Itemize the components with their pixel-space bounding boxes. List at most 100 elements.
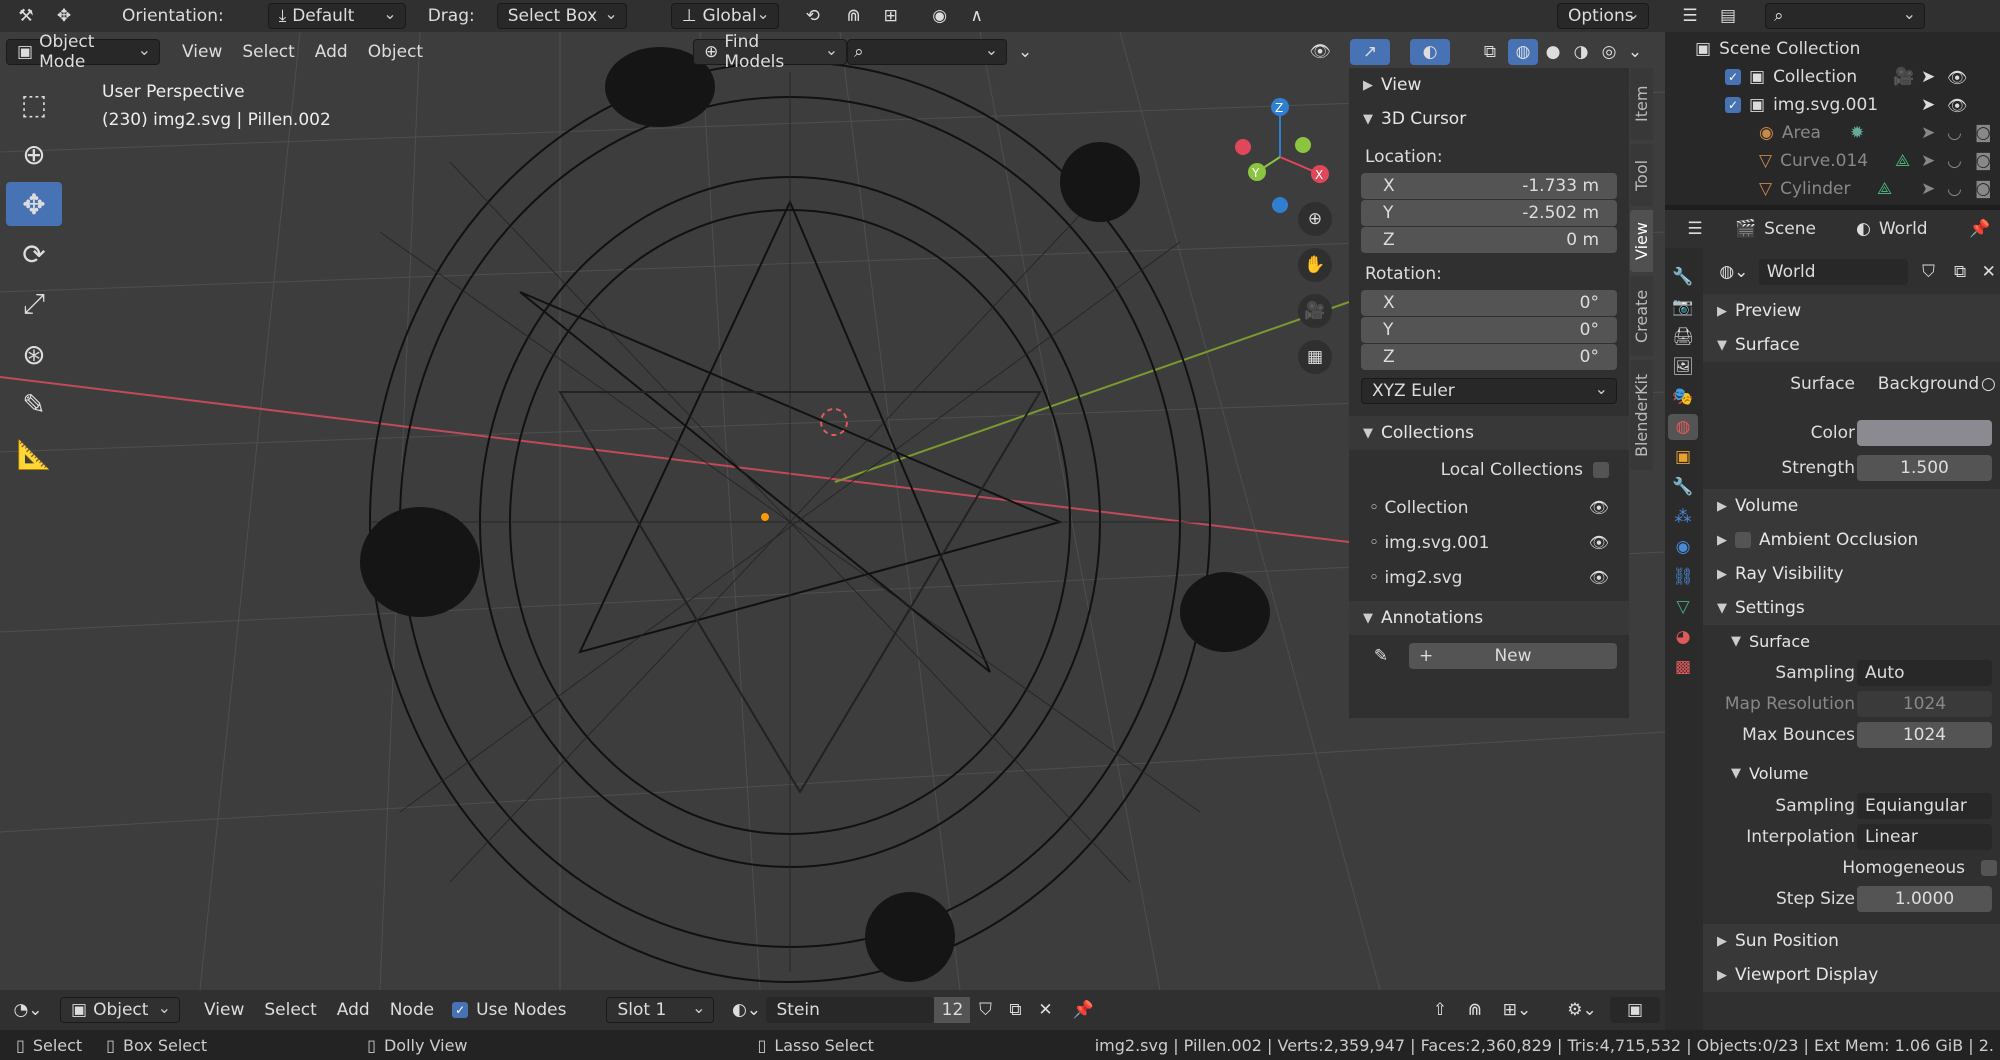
- search-options-icon[interactable]: ⌄: [1010, 39, 1040, 65]
- scale-tool-icon[interactable]: ⤢: [6, 282, 62, 326]
- constraints-props-icon[interactable]: ⛓: [1668, 564, 1698, 590]
- tab-tool[interactable]: Tool: [1630, 144, 1653, 206]
- transform-tool-icon[interactable]: ⊛: [6, 332, 62, 376]
- tool-props-icon[interactable]: 🔧: [1668, 264, 1698, 290]
- user-count[interactable]: 12: [934, 997, 971, 1023]
- render-icon[interactable]: ◙: [1975, 179, 1992, 199]
- viewport-display-panel[interactable]: ▶ Viewport Display: [1703, 958, 2000, 992]
- annotation-type-icon[interactable]: ✎: [1361, 643, 1401, 669]
- homogeneous-checkbox[interactable]: [1981, 859, 1997, 876]
- select-icon[interactable]: ➤: [1921, 67, 1935, 87]
- material-shading-icon[interactable]: ◑: [1566, 39, 1596, 65]
- color-swatch[interactable]: [1857, 419, 1992, 446]
- rotation-mode-dropdown[interactable]: XYZ Euler: [1361, 378, 1617, 404]
- mode-dropdown[interactable]: ▣ Object Mode: [6, 32, 160, 72]
- outliner-item-collection[interactable]: ✓ ▣ Collection 🎥 ➤ 👁: [1665, 63, 2000, 91]
- rotate-tool-icon[interactable]: ⟳: [6, 232, 62, 276]
- select-icon[interactable]: ➤: [1921, 123, 1935, 143]
- ambient-occlusion-panel[interactable]: ▶ Ambient Occlusion: [1703, 523, 2000, 557]
- menu-select[interactable]: Select: [232, 42, 304, 62]
- use-nodes-checkbox[interactable]: ✓: [452, 1002, 469, 1018]
- overlay-toggle-icon[interactable]: ◐: [1410, 39, 1450, 65]
- collection-row[interactable]: ◦ img2.svg 👁: [1349, 560, 1629, 595]
- eye-closed-icon[interactable]: ◡: [1947, 151, 1962, 171]
- outliner-search-input[interactable]: ⌕: [1765, 3, 1925, 29]
- sampling-dropdown[interactable]: Auto: [1857, 659, 1992, 686]
- modifier-props-icon[interactable]: 🔧: [1668, 474, 1698, 500]
- physics-props-icon[interactable]: ◉: [1668, 534, 1698, 560]
- new-annotation-button[interactable]: + New: [1409, 643, 1617, 669]
- eye-closed-icon[interactable]: ◡: [1947, 123, 1962, 143]
- fake-user-icon[interactable]: ⛉: [970, 997, 1000, 1023]
- preview-panel[interactable]: ▶ Preview: [1703, 294, 2000, 328]
- strength-field[interactable]: 1.500: [1857, 454, 1992, 481]
- fake-user-icon[interactable]: ⛉: [1914, 259, 1942, 285]
- world-browse-icon[interactable]: ◍⌄: [1715, 259, 1753, 285]
- cursor-location-x[interactable]: X -1.733 m: [1361, 173, 1617, 199]
- drag-dropdown[interactable]: Select Box: [496, 3, 627, 29]
- duplicate-icon[interactable]: ⧉: [1000, 997, 1030, 1023]
- pan-hand-icon[interactable]: ✋: [1298, 248, 1332, 282]
- exclude-checkbox[interactable]: ✓: [1725, 97, 1741, 113]
- settings-panel[interactable]: ▼ Settings: [1703, 591, 2000, 625]
- cursor-section-header[interactable]: ▼ 3D Cursor: [1349, 102, 1629, 136]
- unlink-icon[interactable]: ✕: [1977, 259, 2000, 285]
- display-mode-icon[interactable]: ▤: [1713, 3, 1743, 29]
- snap-mode-icon[interactable]: ⊞⌄: [1495, 997, 1539, 1023]
- render-props-icon[interactable]: 📷: [1668, 294, 1698, 320]
- material-browse-icon[interactable]: ◐⌄: [726, 997, 766, 1023]
- menu-add[interactable]: Add: [305, 42, 358, 62]
- annotate-tool-icon[interactable]: ✎: [6, 382, 62, 426]
- ray-visibility-panel[interactable]: ▶ Ray Visibility: [1703, 557, 2000, 591]
- annotations-section-header[interactable]: ▼ Annotations: [1349, 601, 1629, 635]
- menu-object[interactable]: Object: [358, 42, 433, 62]
- tab-item[interactable]: Item: [1630, 68, 1653, 140]
- pin-icon[interactable]: 📌: [1965, 216, 1995, 242]
- view-layer-props-icon[interactable]: 🖼: [1668, 354, 1698, 380]
- eye-closed-icon[interactable]: ◡: [1947, 179, 1962, 199]
- world-props-icon[interactable]: ◍: [1668, 414, 1698, 440]
- collection-row[interactable]: ◦ img.svg.001 👁: [1349, 525, 1629, 560]
- data-props-icon[interactable]: ▽: [1668, 594, 1698, 620]
- slot-dropdown[interactable]: Slot 1: [606, 997, 715, 1023]
- pivot-icon[interactable]: ⟲: [793, 3, 833, 29]
- cursor-location-z[interactable]: Z0 m: [1361, 227, 1617, 253]
- cursor-location-y[interactable]: Y -2.502 m: [1361, 200, 1617, 226]
- select-icon[interactable]: ➤: [1921, 95, 1935, 115]
- eye-icon[interactable]: 👁: [1589, 568, 1609, 587]
- snap-icon[interactable]: ⋒: [839, 3, 869, 29]
- material-props-icon[interactable]: ◕: [1668, 624, 1698, 650]
- editor-type-icon[interactable]: ◔⌄: [8, 997, 48, 1023]
- select-box-tool-icon[interactable]: ⬚: [6, 82, 62, 126]
- editor-type-icon[interactable]: ☰: [1675, 3, 1705, 29]
- particles-props-icon[interactable]: ⁂: [1668, 504, 1698, 530]
- eye-icon[interactable]: 👁: [1589, 533, 1609, 552]
- surface-panel[interactable]: ▼ Surface: [1703, 328, 2000, 362]
- overlay-icon[interactable]: ⚙⌄: [1560, 997, 1604, 1023]
- transform-orientation-dropdown[interactable]: ⊥ Global: [670, 3, 779, 29]
- object-type-dropdown[interactable]: ▣ Object: [60, 997, 180, 1023]
- render-icon[interactable]: ◙: [1975, 151, 1992, 171]
- menu-node[interactable]: Node: [380, 1000, 444, 1020]
- settings-volume-subpanel[interactable]: ▼ Volume: [1703, 756, 2000, 790]
- collections-section-header[interactable]: ▼ Collections: [1349, 416, 1629, 450]
- settings-surface-subpanel[interactable]: ▼ Surface: [1703, 625, 2000, 657]
- camera-view-icon[interactable]: 🎥: [1298, 294, 1332, 328]
- proportional-edit-icon[interactable]: ◉: [925, 3, 955, 29]
- cursor-tool-icon[interactable]: ⊕: [6, 132, 62, 176]
- outliner-item-img-svg[interactable]: ✓ ▣ img.svg.001 ➤ 👁: [1665, 91, 2000, 119]
- orientation-dropdown[interactable]: ⤓ Default: [267, 3, 406, 29]
- object-props-icon[interactable]: ▣: [1668, 444, 1698, 470]
- falloff-icon[interactable]: ∧: [955, 3, 999, 29]
- surface-shader-button[interactable]: Background: [1857, 370, 1992, 397]
- snap-target-icon[interactable]: ⊞: [869, 3, 913, 29]
- sun-position-panel[interactable]: ▶ Sun Position: [1703, 924, 2000, 958]
- unlink-icon[interactable]: ✕: [1030, 997, 1060, 1023]
- blenderkit-search-input[interactable]: ⌕: [847, 39, 1008, 65]
- options-dropdown[interactable]: Options: [1557, 3, 1649, 29]
- editor-type-icon[interactable]: ☰: [1675, 216, 1715, 242]
- outliner-item-cylinder[interactable]: ▽ Cylinder ⟁ ➤ ◡ ◙: [1665, 175, 2000, 203]
- local-collections-checkbox[interactable]: [1593, 462, 1609, 478]
- ambient-occlusion-checkbox[interactable]: [1735, 532, 1751, 548]
- material-name-field[interactable]: Stein: [766, 997, 935, 1023]
